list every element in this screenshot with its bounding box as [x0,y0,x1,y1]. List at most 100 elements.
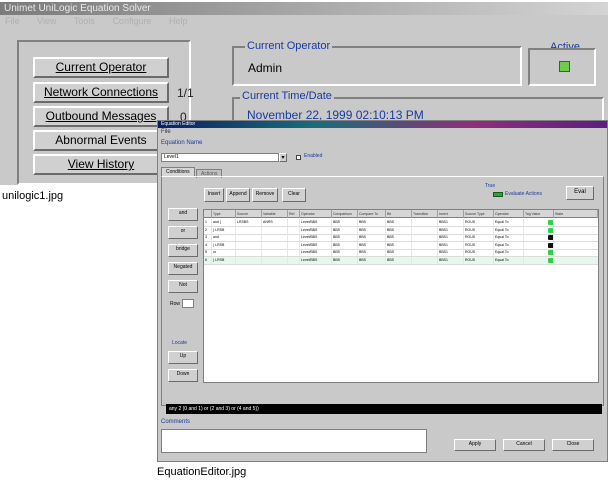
table-cell[interactable]: BBS1 [438,226,464,234]
comments-textarea[interactable] [161,429,427,453]
grid-header-cell[interactable]: State [554,210,598,218]
table-cell[interactable] [288,249,300,257]
table-cell[interactable]: Level/BBS [300,241,332,249]
grid-header-cell[interactable]: Bit [386,210,412,218]
editor-menu-file[interactable]: File [161,129,171,135]
and-button[interactable]: and [168,208,198,221]
outbound-messages-button[interactable]: Outbound Messages [33,106,169,127]
grid-header-cell[interactable]: Variable [262,210,288,218]
remove-button[interactable]: Remove [252,188,278,202]
current-operator-button[interactable]: Current Operator [33,57,169,78]
enabled-checkbox[interactable] [296,155,301,160]
table-cell[interactable]: ROUS [464,226,494,234]
table-cell[interactable]: BBS1 [438,234,464,242]
table-cell[interactable]: BBS [358,234,386,242]
evaluate-button[interactable]: Eval [566,186,594,200]
table-cell[interactable]: BBS [332,241,358,249]
table-cell[interactable]: Equal To [494,219,524,226]
cancel-button[interactable]: Cancel [503,439,545,451]
grid-header-cell[interactable] [204,210,212,218]
table-cell[interactable]: ROUS [464,219,494,226]
conditions-grid[interactable]: Type Source Variable Ref Operator Comparison C… [203,209,599,383]
table-cell[interactable]: BBS [332,249,358,257]
table-cell[interactable]: and ( [212,219,236,226]
table-cell[interactable]: Equal To [494,226,524,234]
insert-button[interactable]: Insert [204,188,224,202]
grid-header-cell[interactable]: Ref [288,210,300,218]
table-cell[interactable]: 3 [204,234,212,242]
table-cell[interactable]: ( LRSB [212,226,236,234]
table-cell[interactable]: BBS [358,257,386,264]
table-cell[interactable] [288,241,300,249]
grid-header-cell[interactable]: Source [236,210,262,218]
table-cell[interactable]: BBS1 [438,219,464,226]
table-cell[interactable]: BBS [332,257,358,264]
table-cell[interactable] [262,257,288,264]
table-cell[interactable]: BBS [386,257,412,264]
table-cell[interactable]: Equal To [494,257,524,264]
table-cell[interactable]: Equal To [494,234,524,242]
grid-header-cell[interactable]: Type [212,210,236,218]
grid-header-cell[interactable]: Transition [412,210,438,218]
table-cell[interactable] [412,219,438,226]
or-button[interactable]: or [168,226,198,239]
table-cell[interactable]: LRSBS [236,219,262,226]
table-cell[interactable]: BBS [386,219,412,226]
not-button[interactable]: Not [168,280,198,293]
table-cell[interactable] [412,234,438,242]
chevron-down-icon[interactable]: ▾ [279,153,287,162]
table-cell[interactable]: ROUS [464,257,494,264]
table-cell[interactable]: ( LRSB [212,257,236,264]
grid-header-cell[interactable]: Operator [300,210,332,218]
grid-header-cell[interactable]: Source Type [464,210,494,218]
table-cell[interactable]: or [212,249,236,257]
table-cell[interactable] [288,219,300,226]
table-cell[interactable] [262,226,288,234]
table-cell[interactable]: Level/BBS [300,257,332,264]
locate-down-button[interactable]: Down [168,369,198,382]
table-cell[interactable] [412,241,438,249]
table-cell[interactable] [288,257,300,264]
table-cell[interactable]: ANRS [262,219,288,226]
menu-configure[interactable]: Configure [112,16,151,26]
state-cell[interactable]: off [524,241,554,249]
grid-header-cell[interactable]: Tag Value [524,210,554,218]
row-spinner[interactable] [182,299,194,308]
table-cell[interactable]: BBS [358,226,386,234]
table-cell[interactable]: and [212,234,236,242]
view-history-button[interactable]: View History [33,154,169,175]
apply-button[interactable]: Apply [454,439,496,451]
table-cell[interactable]: BBS [358,241,386,249]
state-cell[interactable]: off [524,234,554,242]
table-cell[interactable]: Level/BBS [300,219,332,226]
table-cell[interactable]: BBS [358,219,386,226]
table-cell[interactable]: BBS [386,249,412,257]
state-cell[interactable]: on [524,257,554,264]
table-cell[interactable] [288,234,300,242]
abnormal-events-button[interactable]: Abnormal Events [33,130,169,151]
append-button[interactable]: Append [226,188,250,202]
network-connections-button[interactable]: Network Connections [33,82,169,103]
table-row[interactable]: 6 ( LRSB Level/BBS BBS BBS BBS BBS1 ROUS Equal … [204,257,598,265]
table-cell[interactable] [412,249,438,257]
state-cell[interactable]: on [524,219,554,226]
table-cell[interactable]: BBS1 [438,257,464,264]
state-cell[interactable]: on [524,226,554,234]
table-cell[interactable]: Level/BBS [300,226,332,234]
equation-name-combo[interactable]: Level1 [161,153,279,162]
grid-header-cell[interactable]: Comparison [332,210,358,218]
grid-header-cell[interactable]: Operator [494,210,524,218]
table-cell[interactable]: 5 [204,249,212,257]
table-cell[interactable]: BBS1 [438,249,464,257]
table-cell[interactable]: Equal To [494,249,524,257]
table-cell[interactable]: BBS [332,226,358,234]
table-cell[interactable]: Equal To [494,241,524,249]
grid-header-cell[interactable]: Compare To [358,210,386,218]
table-cell[interactable]: 1 [204,219,212,226]
menu-help[interactable]: Help [169,16,188,26]
tab-conditions[interactable]: Conditions [161,167,195,176]
table-cell[interactable]: 6 [204,257,212,264]
table-cell[interactable] [236,249,262,257]
table-cell[interactable]: BBS [332,234,358,242]
table-cell[interactable] [412,257,438,264]
